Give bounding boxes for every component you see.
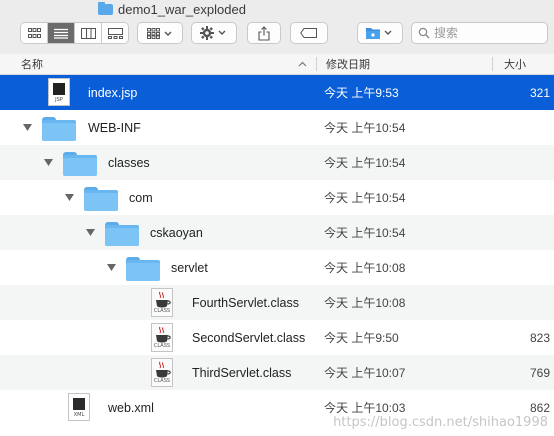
file-name: ThirdServlet.class (192, 365, 292, 380)
disclosure-triangle-icon[interactable] (85, 227, 95, 237)
share-button[interactable] (247, 22, 281, 44)
file-date: 今天 上午9:53 (324, 86, 399, 100)
gear-icon (200, 26, 226, 40)
search-icon (418, 27, 430, 39)
file-row-thirdservlet[interactable]: CLASS ThirdServlet.class 今天 上午10:07 769 (0, 355, 554, 390)
file-name: classes (108, 155, 150, 170)
file-name: web.xml (108, 400, 154, 415)
toolbar: demo1_war_exploded (0, 0, 554, 55)
file-name: index.jsp (88, 85, 138, 100)
folder-row-classes[interactable]: classes 今天 上午10:54 (0, 145, 554, 180)
file-list: JSP index.jsp 今天 上午9:53 321 WEB-INF 今天 上… (0, 75, 554, 425)
file-row-index-jsp[interactable]: JSP index.jsp 今天 上午9:53 321 (0, 75, 554, 110)
file-date: 今天 上午10:54 (324, 156, 406, 170)
icon-view-button[interactable] (21, 23, 48, 43)
file-size: 769 (529, 365, 550, 380)
file-row-fourthservlet[interactable]: CLASS FourthServlet.class 今天 上午10:08 (0, 285, 554, 320)
file-name: servlet (171, 260, 208, 275)
file-row-secondservlet[interactable]: CLASS SecondServlet.class 今天 上午9:50 823 (0, 320, 554, 355)
column-view-button[interactable] (75, 23, 102, 43)
search-field (411, 22, 548, 44)
xml-file-icon: XML (68, 393, 90, 421)
folder-icon (42, 113, 76, 141)
file-date: 今天 上午10:54 (324, 191, 406, 205)
disclosure-triangle-icon[interactable] (43, 157, 53, 167)
java-class-file-icon: CLASS (151, 323, 173, 352)
folder-icon (105, 218, 139, 246)
file-date: 今天 上午10:54 (324, 121, 406, 135)
folder-icon (84, 183, 118, 211)
list-view-button[interactable] (48, 23, 75, 43)
share-icon (258, 25, 270, 41)
folder-icon (366, 28, 392, 39)
search-input[interactable] (434, 26, 534, 40)
folder-row-web-inf[interactable]: WEB-INF 今天 上午10:54 (0, 110, 554, 145)
modified-column-header[interactable]: 修改日期 (326, 54, 370, 74)
folder-icon (63, 148, 97, 176)
file-name: cskaoyan (150, 225, 203, 240)
watermark: https://blog.csdn.net/shihao1998 (333, 415, 548, 430)
file-date: 今天 上午10:08 (324, 296, 406, 310)
list-view-icon (54, 28, 68, 39)
disclosure-triangle-icon[interactable] (106, 262, 116, 272)
folder-icon (98, 1, 113, 15)
grid-icon (147, 27, 172, 39)
folder-row-com[interactable]: com 今天 上午10:54 (0, 180, 554, 215)
icon-view-icon (27, 27, 41, 38)
window-title: demo1_war_exploded (98, 0, 246, 18)
java-class-file-icon: CLASS (151, 358, 173, 387)
action-button[interactable] (191, 22, 237, 44)
file-date: 今天 上午10:07 (324, 366, 406, 380)
column-view-icon (80, 27, 96, 39)
tag-button[interactable] (290, 22, 328, 44)
size-column-header[interactable]: 大小 (504, 54, 526, 74)
folder-row-servlet[interactable]: servlet 今天 上午10:08 (0, 250, 554, 285)
file-name: FourthServlet.class (192, 295, 299, 310)
file-size: 321 (529, 85, 550, 100)
file-name: com (129, 190, 153, 205)
folder-row-cskaoyan[interactable]: cskaoyan 今天 上午10:54 (0, 215, 554, 250)
sort-indicator-icon (298, 54, 307, 74)
file-size: 823 (529, 330, 550, 345)
file-name: SecondServlet.class (192, 330, 306, 345)
gallery-view-button[interactable] (102, 23, 128, 43)
file-date: 今天 上午10:54 (324, 226, 406, 240)
view-mode-switcher (20, 22, 129, 44)
file-name: WEB-INF (88, 120, 141, 135)
folder-icon (126, 253, 160, 281)
column-header: 名称 修改日期 大小 (0, 54, 554, 75)
location-button[interactable] (357, 22, 403, 44)
file-date: 今天 上午10:08 (324, 261, 406, 275)
file-date: 今天 上午9:50 (324, 331, 399, 345)
gallery-view-icon (107, 27, 123, 39)
jsp-file-icon: JSP (48, 78, 70, 106)
tag-icon (300, 28, 317, 38)
disclosure-triangle-icon[interactable] (64, 192, 74, 202)
group-button[interactable] (137, 22, 183, 44)
name-column-header[interactable]: 名称 (21, 54, 43, 74)
window-title-text: demo1_war_exploded (118, 1, 246, 17)
java-class-file-icon: CLASS (151, 288, 173, 317)
disclosure-triangle-icon[interactable] (22, 122, 32, 132)
